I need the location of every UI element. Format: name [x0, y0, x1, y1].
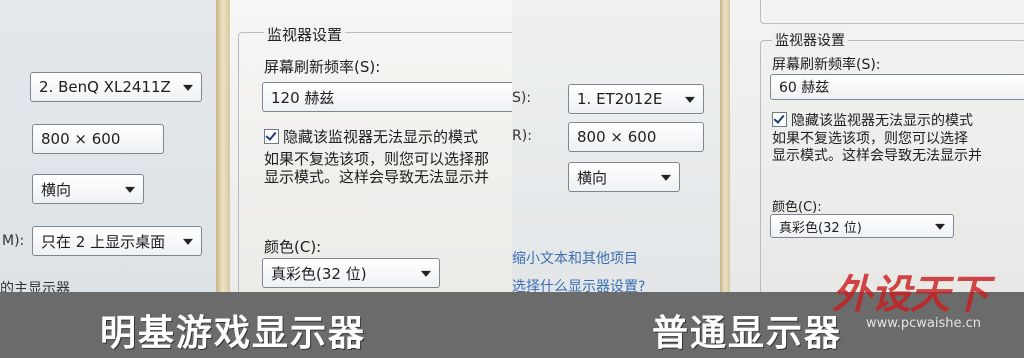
hide-modes-note-line2: 显示模式。这样会导致无法显示并	[772, 148, 982, 164]
upper-group-edge	[760, 0, 1024, 24]
color-select-value: 真彩色(32 位)	[271, 264, 367, 283]
hide-modes-checkbox-row[interactable]: 隐藏该监视器无法显示的模式	[264, 126, 478, 147]
orientation-select-value: 横向	[577, 168, 608, 187]
resolution-select[interactable]: 800 × 600	[568, 122, 704, 152]
refresh-rate-label: 屏幕刷新频率(S):	[772, 57, 881, 73]
monitor-select[interactable]: 2. BenQ XL2411Z	[30, 72, 202, 102]
refresh-rate-value: 120 赫兹	[271, 88, 335, 107]
chevron-down-icon	[935, 223, 945, 230]
monitor-select[interactable]: 1. ET2012E	[568, 84, 704, 114]
resolution-select[interactable]: 800 × 600	[32, 124, 164, 154]
chevron-down-icon	[661, 174, 671, 181]
hide-modes-checkbox-row[interactable]: 隐藏该监视器无法显示的模式	[772, 110, 973, 130]
refresh-rate-label: 屏幕刷新频率(S):	[264, 58, 381, 76]
watermark-logo: 外设天下	[832, 272, 989, 318]
monitor-select-value: 2. BenQ XL2411Z	[39, 78, 171, 96]
color-label: 颜色(C):	[772, 200, 822, 215]
color-select[interactable]: 真彩色(32 位)	[262, 258, 440, 288]
color-select[interactable]: 真彩色(32 位)	[770, 214, 954, 238]
benq-caption: 明基游戏显示器	[100, 313, 367, 354]
standard-caption: 普通显示器	[652, 313, 843, 354]
watermark-url: www.pcwaishe.cn	[866, 316, 981, 331]
chevron-down-icon	[183, 238, 193, 245]
checkbox-checked-icon[interactable]	[772, 112, 787, 127]
text-size-link[interactable]: 缩小文本和其他项目	[512, 248, 638, 268]
resolution-select-value: 800 × 600	[577, 128, 657, 146]
chevron-down-icon	[421, 270, 431, 277]
orientation-select-value: 横向	[41, 180, 72, 199]
color-select-value: 真彩色(32 位)	[779, 220, 862, 236]
multi-display-label-fragment: M):	[2, 233, 25, 249]
standard-display-settings-panel: S): 1. ET2012E R): 800 × 600 横向 缩小文本和其他项…	[512, 0, 720, 292]
chevron-down-icon	[685, 96, 695, 103]
resolution-select-value: 800 × 600	[41, 130, 121, 148]
refresh-rate-select[interactable]: 60 赫兹	[770, 74, 1024, 100]
monitor-select-value: 1. ET2012E	[577, 90, 663, 108]
refresh-rate-value: 60 赫兹	[779, 80, 830, 96]
hide-modes-note-line2: 显示模式。这样会导致无法显示并	[264, 168, 490, 186]
group-title: 监视器设置	[772, 30, 848, 50]
screen-bezel	[720, 0, 730, 292]
color-label: 颜色(C):	[264, 238, 322, 256]
standard-monitor-settings-panel: 监视器设置 屏幕刷新频率(S): 60 赫兹 隐藏该监视器无法显示的模式 如果不…	[720, 0, 1024, 292]
refresh-rate-select[interactable]: 120 赫兹	[262, 82, 512, 112]
benq-display-settings-panel: 2. BenQ XL2411Z 800 × 600 横向 M): 只在 2 上显…	[0, 0, 216, 292]
screen-bezel	[216, 0, 230, 292]
monitor-label-fragment: S):	[512, 90, 532, 106]
multi-display-select[interactable]: 只在 2 上显示桌面	[32, 226, 202, 256]
chevron-down-icon	[125, 186, 135, 193]
display-settings-help-link[interactable]: 选择什么显示器设置?	[512, 276, 645, 292]
orientation-select[interactable]: 横向	[32, 174, 144, 204]
hide-modes-label: 隐藏该监视器无法显示的模式	[283, 128, 479, 146]
orientation-select[interactable]: 横向	[568, 162, 680, 192]
benq-monitor-settings-panel: 监视器设置 屏幕刷新频率(S): 120 赫兹 隐藏该监视器无法显示的模式 如果…	[216, 0, 512, 292]
hide-modes-label: 隐藏该监视器无法显示的模式	[791, 113, 973, 129]
group-title: 监视器设置	[264, 24, 346, 45]
checkbox-checked-icon[interactable]	[264, 129, 279, 144]
primary-display-text-fragment: 的主显示器	[0, 281, 70, 292]
resolution-label-fragment: R):	[512, 128, 532, 144]
multi-display-select-value: 只在 2 上显示桌面	[41, 232, 166, 251]
chevron-down-icon	[183, 84, 193, 91]
